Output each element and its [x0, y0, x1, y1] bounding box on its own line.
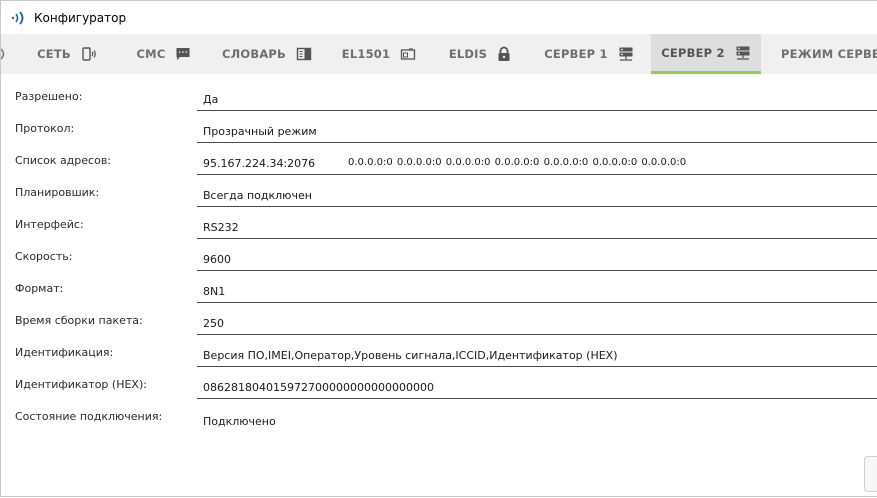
field-value-speed[interactable]: 9600 — [203, 253, 231, 266]
field-value-address-extra[interactable]: 0.0.0.0:0 0.0.0.0:0 0.0.0.0:0 0.0.0.0:0 … — [348, 157, 686, 168]
field-label: Идентификация: — [15, 346, 114, 359]
message-icon — [175, 46, 191, 62]
tab-label: СЕРВЕР 2 — [661, 45, 725, 60]
field-value-packet-time[interactable]: 250 — [203, 317, 224, 330]
field-value-identification[interactable]: Версия ПО,IMEI,Оператор,Уровень сигнала,… — [203, 349, 618, 362]
field-row-protocol: Протокол: Прозрачный режим — [1, 106, 877, 143]
field-label: Время сборки пакета: — [15, 314, 143, 327]
configurator-window: Конфигуратор СЕТЬ СМС СЛОВАРЬ EL1501 ELD… — [0, 0, 877, 497]
tab-sms[interactable]: СМС — [119, 34, 209, 74]
app-logo-icon — [10, 10, 30, 26]
side-expand-button[interactable] — [864, 456, 877, 492]
field-label: Формат: — [15, 282, 64, 295]
lock-icon — [497, 46, 511, 62]
field-label: Разрешено: — [15, 90, 83, 103]
field-value-enabled[interactable]: Да — [203, 93, 218, 106]
field-value-scheduler[interactable]: Всегда подключен — [203, 189, 312, 202]
field-row-enabled: Разрешено: Да — [1, 74, 877, 111]
tab-label: СЕРВЕР 1 — [544, 47, 608, 61]
tab-bar: СЕТЬ СМС СЛОВАРЬ EL1501 ELDIS СЕРВЕР 1 С… — [1, 34, 877, 74]
phone-signal-icon — [81, 46, 97, 62]
tab-label: СЛОВАРЬ — [221, 47, 287, 61]
title-bar: Конфигуратор — [1, 1, 877, 34]
tab-label: СМС — [136, 47, 166, 61]
server-icon — [618, 46, 634, 62]
field-value-protocol[interactable]: Прозрачный режим — [203, 125, 317, 138]
window-title: Конфигуратор — [34, 10, 127, 25]
tab-server-mode[interactable]: РЕЖИМ СЕРВЕР — [761, 34, 877, 74]
field-label: Состояние подключения: — [15, 410, 163, 423]
tab-label: СЕТЬ — [37, 47, 71, 61]
field-row-identification: Идентификация: Версия ПО,IMEI,Оператор,У… — [1, 330, 877, 367]
tab-label: EL1501 — [341, 47, 391, 61]
tab-network[interactable]: СЕТЬ — [15, 34, 119, 74]
field-label: Протокол: — [15, 122, 75, 135]
device-icon — [400, 46, 416, 62]
tab-dictionary[interactable]: СЛОВАРЬ — [209, 34, 325, 74]
field-row-connection-state: Состояние подключения: Подключено — [1, 394, 877, 428]
tab-scroll-left-icon[interactable] — [1, 34, 15, 74]
field-value-format[interactable]: 8N1 — [203, 285, 225, 298]
field-label: Список адресов: — [15, 154, 112, 167]
tab-server-1[interactable]: СЕРВЕР 1 — [527, 34, 651, 74]
dictionary-icon — [296, 46, 312, 62]
field-label: Интерфейс: — [15, 218, 84, 231]
field-value-interface[interactable]: RS232 — [203, 221, 239, 234]
server-icon — [735, 45, 751, 61]
field-label: Скорость: — [15, 250, 73, 263]
tab-el1501[interactable]: EL1501 — [325, 34, 433, 74]
tab-label: ELDIS — [448, 47, 488, 61]
field-value-address-primary[interactable]: 95.167.224.34:2076 — [203, 157, 315, 170]
tab-server-2[interactable]: СЕРВЕР 2 — [651, 34, 761, 74]
field-row-packet-time: Время сборки пакета: 250 — [1, 298, 877, 335]
field-label: Планировшик: — [15, 186, 100, 199]
field-row-address-list: Список адресов: 95.167.224.34:2076 0.0.0… — [1, 138, 877, 175]
field-label: Идентификатор (HEX): — [15, 378, 147, 391]
field-row-speed: Скорость: 9600 — [1, 234, 877, 271]
server-2-settings-panel: Разрешено: Да Протокол: Прозрачный режим… — [1, 74, 877, 498]
tab-label: РЕЖИМ СЕРВЕР — [781, 47, 877, 61]
field-row-format: Формат: 8N1 — [1, 266, 877, 303]
field-row-identifier-hex: Идентификатор (HEX): 0862818040159727000… — [1, 362, 877, 399]
tab-eldis[interactable]: ELDIS — [433, 34, 527, 74]
field-value-identifier-hex[interactable]: 086281804015972700000000000000000 — [203, 381, 434, 394]
field-row-scheduler: Планировшик: Всегда подключен — [1, 170, 877, 207]
field-row-interface: Интерфейс: RS232 — [1, 202, 877, 239]
field-value-connection-state: Подключено — [203, 415, 276, 428]
